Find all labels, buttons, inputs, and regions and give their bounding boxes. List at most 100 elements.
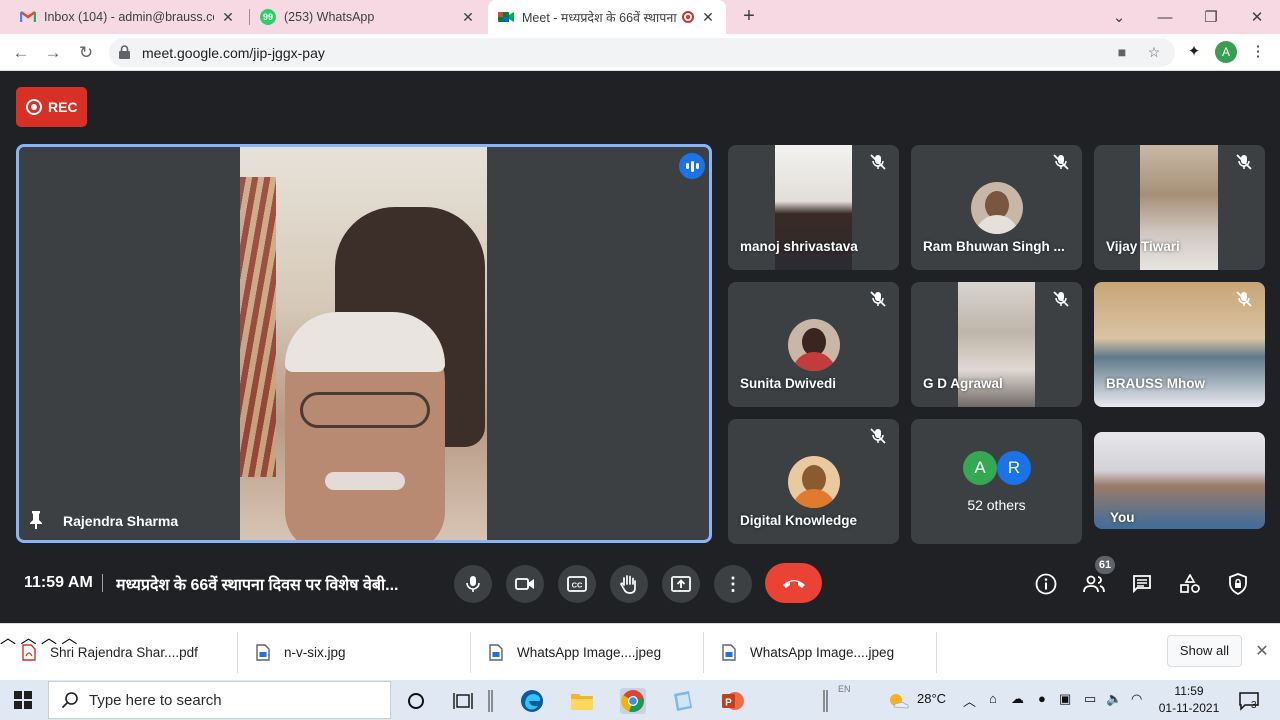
tab-label: Meet - मध्यप्रदेश के 66वें स्थापना — [522, 10, 677, 25]
svg-text:CC: CC — [572, 581, 583, 590]
new-tab-button[interactable]: + — [738, 5, 760, 27]
chevron-up-icon[interactable]: ︿ — [0, 630, 16, 647]
raise-hand-button[interactable] — [610, 565, 648, 603]
cortana-icon[interactable] — [403, 688, 429, 714]
close-tab-icon[interactable]: ✕ — [220, 9, 236, 26]
tab-search-chevron-icon[interactable]: ⌄ — [1096, 0, 1142, 34]
forward-arrow-icon[interactable]: → — [40, 40, 66, 66]
weather-sun-icon[interactable] — [885, 688, 911, 714]
close-downloads-icon[interactable]: ✕ — [1254, 641, 1270, 660]
close-tab-icon[interactable]: ✕ — [460, 9, 476, 26]
participant-tile[interactable]: BRAUSS Mhow — [1094, 282, 1265, 407]
clock-time: 11:59 — [1174, 684, 1204, 698]
close-tab-icon[interactable]: ✕ — [700, 9, 716, 26]
app-icon[interactable] — [670, 688, 696, 714]
tab-whatsapp[interactable]: 99 (253) WhatsApp ✕ — [250, 0, 486, 34]
tab-meet[interactable]: Meet - मध्यप्रदेश के 66वें स्थापना ✕ — [488, 0, 726, 34]
windows-start-icon[interactable] — [14, 691, 32, 709]
activities-button[interactable] — [1178, 572, 1202, 596]
battery-icon[interactable]: ▭ — [1084, 691, 1096, 707]
chrome-browser-icon[interactable] — [620, 688, 646, 714]
captions-icon: CC — [567, 576, 587, 592]
more-options-button[interactable]: ⋮ — [714, 565, 752, 603]
task-view-icon[interactable] — [450, 688, 476, 714]
reload-icon[interactable]: ↻ — [73, 40, 99, 66]
present-screen-button[interactable] — [662, 565, 700, 603]
download-item[interactable]: Shri Rajendra Shar....pdf — [22, 624, 198, 681]
profile-avatar[interactable]: A — [1215, 41, 1237, 63]
downloads-bar: Shri Rajendra Shar....pdf ︿ n-v-six.jpg … — [0, 623, 1280, 680]
download-item[interactable]: WhatsApp Image....jpeg — [722, 624, 894, 681]
participant-tile[interactable]: manoj shrivastava — [728, 145, 899, 270]
self-view-label: You — [1110, 510, 1135, 525]
url-text: meet.google.com/jip-jggx-pay — [142, 45, 325, 61]
notifications-icon[interactable] — [1236, 688, 1262, 714]
camera-in-use-icon[interactable]: ■ — [1113, 44, 1131, 62]
meet-icon — [498, 9, 514, 25]
mic-off-icon — [870, 154, 886, 170]
mic-off-icon — [870, 428, 886, 444]
restore-button[interactable]: ❐ — [1188, 0, 1234, 34]
pin-icon[interactable] — [29, 511, 43, 529]
show-all-downloads-button[interactable]: Show all — [1167, 635, 1242, 667]
others-avatar: A — [963, 451, 997, 485]
browser-toolbar: ← → ↻ meet.google.com/jip-jggx-pay ■ ☆ ✦… — [0, 34, 1280, 71]
taskbar-clock[interactable]: 11:59 01-11-2021 — [1156, 683, 1222, 717]
present-screen-icon — [671, 576, 691, 592]
back-arrow-icon[interactable]: ← — [8, 40, 34, 66]
participant-tile[interactable]: Ram Bhuwan Singh ... — [911, 145, 1082, 270]
onedrive-cloud-icon[interactable]: ☁ — [1011, 691, 1024, 707]
captions-button[interactable]: CC — [558, 565, 596, 603]
participant-tile[interactable]: Vijay Tiwari — [1094, 145, 1265, 270]
self-view-tile[interactable]: You — [1094, 432, 1265, 529]
chat-button[interactable] — [1130, 572, 1154, 596]
address-bar[interactable]: meet.google.com/jip-jggx-pay ■ ☆ — [109, 38, 1175, 67]
input-language[interactable]: EN — [838, 684, 851, 694]
temperature[interactable]: 28°C — [917, 691, 946, 706]
taskbar-search-input[interactable] — [89, 691, 369, 709]
camera-icon — [515, 578, 534, 590]
notifications-count: 3 — [1251, 700, 1257, 711]
browser-menu-icon[interactable]: ⋮ — [1247, 42, 1269, 64]
others-tile[interactable]: A R 52 others — [911, 419, 1082, 544]
wifi-icon[interactable]: ◠ — [1131, 691, 1142, 707]
bookmark-star-icon[interactable]: ☆ — [1145, 44, 1163, 62]
shield-lock-icon — [1229, 573, 1247, 595]
leave-call-button[interactable] — [765, 563, 822, 603]
meeting-title: मध्यप्रदेश के 66वें स्थापना दिवस पर विशे… — [116, 577, 399, 594]
participant-tile[interactable]: Digital Knowledge — [728, 419, 899, 544]
participant-tile[interactable]: Sunita Dwivedi — [728, 282, 899, 407]
download-item[interactable]: WhatsApp Image....jpeg — [489, 624, 661, 681]
camera-tray-icon[interactable]: ▣ — [1059, 691, 1071, 707]
participant-avatar — [971, 182, 1023, 234]
usb-device-icon[interactable]: ⌂ — [989, 691, 997, 706]
file-explorer-icon[interactable] — [569, 688, 595, 714]
minimize-button[interactable]: — — [1142, 0, 1188, 34]
edge-browser-icon[interactable] — [519, 688, 545, 714]
speaking-indicator-icon — [679, 153, 705, 179]
download-item[interactable]: n-v-six.jpg — [256, 624, 346, 681]
people-button[interactable] — [1082, 572, 1106, 596]
microphone-button[interactable] — [454, 565, 492, 603]
image-file-icon — [256, 644, 270, 661]
main-speaker-tile[interactable]: Rajendra Sharma — [16, 144, 712, 543]
volume-icon[interactable]: 🔈 — [1106, 691, 1122, 707]
taskbar-search-box[interactable] — [48, 681, 391, 719]
close-window-button[interactable]: ✕ — [1234, 0, 1280, 34]
microphone-tray-icon[interactable]: ● — [1038, 691, 1046, 706]
meeting-details-button[interactable] — [1034, 572, 1058, 596]
camera-button[interactable] — [506, 565, 544, 603]
participant-name: Digital Knowledge — [740, 513, 858, 528]
host-controls-button[interactable] — [1226, 572, 1250, 596]
powerpoint-icon[interactable]: P — [720, 688, 746, 714]
recording-badge[interactable]: REC — [16, 87, 87, 127]
participant-tile[interactable]: G D Agrawal — [911, 282, 1082, 407]
chevron-up-icon[interactable]: ︿ — [963, 691, 976, 710]
mic-off-icon — [1053, 291, 1069, 307]
tab-gmail[interactable]: Inbox (104) - admin@brauss.co.in ✕ — [10, 0, 246, 34]
meeting-time: 11:59 AM — [24, 574, 93, 591]
clock-date: 01-11-2021 — [1158, 701, 1220, 715]
divider — [470, 632, 471, 673]
extensions-puzzle-icon[interactable]: ✦ — [1183, 42, 1205, 64]
microphone-icon — [466, 576, 480, 592]
